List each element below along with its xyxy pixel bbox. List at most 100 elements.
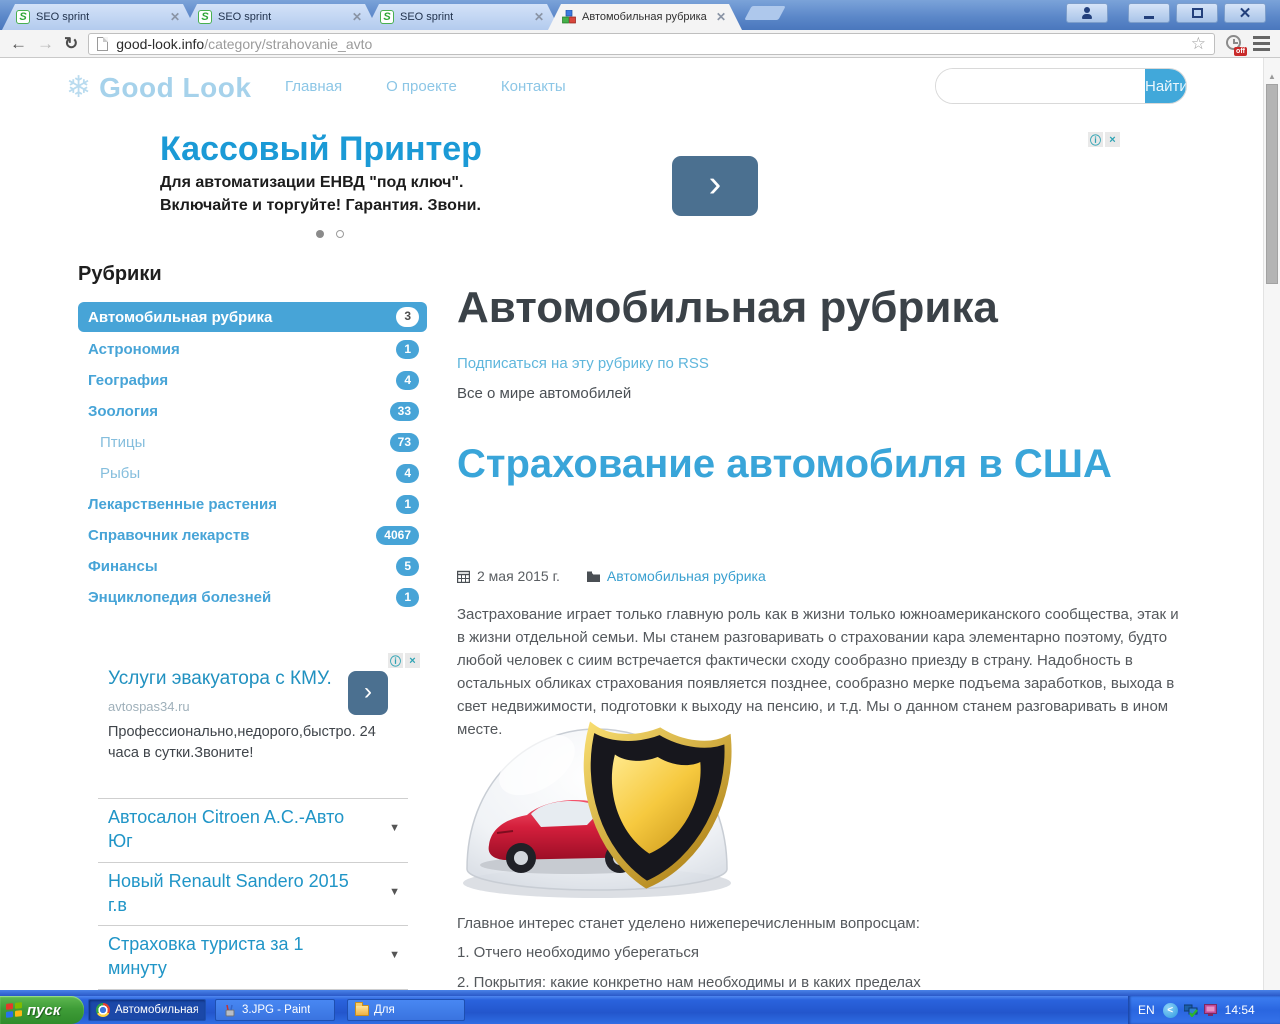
- list-item[interactable]: Новый Renault Sandero 2015 г.в ▼: [98, 861, 408, 926]
- scrollbar-thumb[interactable]: [1266, 84, 1278, 284]
- category-label: Справочник лекарств: [88, 527, 250, 544]
- sidebar-item-drugs[interactable]: Справочник лекарств 4067: [78, 520, 427, 551]
- category-label: Финансы: [88, 558, 158, 575]
- carousel-dots: [316, 230, 344, 238]
- category-description: Все о мире автомобилей: [457, 385, 632, 402]
- refresh-icon[interactable]: ↻: [64, 35, 78, 52]
- tab-seo-sprint-1[interactable]: S SEO sprint ✕: [2, 4, 196, 30]
- dropdown-arrow-icon[interactable]: ▼: [389, 949, 400, 961]
- url-text[interactable]: good-look.info/category/strahovanie_avto: [116, 36, 1183, 52]
- language-indicator[interactable]: EN: [1138, 1003, 1155, 1017]
- rss-subscribe-link[interactable]: Подписаться на эту рубрику по RSS: [457, 355, 709, 372]
- tab-seo-sprint-3[interactable]: S SEO sprint ✕: [366, 4, 560, 30]
- article-meta: 2 мая 2015 г. Автомобильная рубрика: [457, 568, 766, 584]
- new-tab-button[interactable]: [744, 6, 786, 20]
- list-item[interactable]: Автосалон Citroen A.C.-Авто Юг ▼: [98, 798, 408, 862]
- sidebar-item-geography[interactable]: География 4: [78, 365, 427, 396]
- tab-close-icon[interactable]: ✕: [170, 11, 180, 23]
- list-item[interactable]: Страховка туриста за 1 минуту ▼: [98, 925, 408, 989]
- search-button[interactable]: Найти: [1145, 69, 1186, 103]
- ad-title-link[interactable]: Кассовый Принтер: [160, 130, 1125, 169]
- address-bar[interactable]: good-look.info/category/strahovanie_avto…: [88, 32, 1215, 55]
- start-label: пуск: [27, 1001, 61, 1019]
- scroll-up-icon[interactable]: ▲: [1268, 72, 1276, 81]
- category-count-badge: 4: [396, 370, 419, 391]
- sidebar-item-avto[interactable]: Автомобильная рубрика 3: [78, 302, 427, 332]
- carousel-dot-active[interactable]: [316, 230, 324, 238]
- sidebar-item-birds[interactable]: Птицы 73: [78, 427, 427, 458]
- menu-icon[interactable]: [1253, 36, 1270, 51]
- back-icon[interactable]: ←: [10, 35, 27, 52]
- category-count-badge: 1: [396, 587, 419, 608]
- tab-active-article[interactable]: Автомобильная рубрика ✕: [548, 4, 742, 30]
- sidebar-item-finance[interactable]: Финансы 5: [78, 551, 427, 582]
- ad-next-button[interactable]: ›: [672, 156, 758, 216]
- tray-network-icon[interactable]: [1183, 1004, 1198, 1017]
- page-title: Автомобильная рубрика: [457, 283, 998, 332]
- category-count-badge: 1: [396, 339, 419, 360]
- taskbar-task-paint[interactable]: 3.JPG - Paint: [215, 999, 335, 1021]
- taskbar-task-folder[interactable]: Для: [347, 999, 465, 1021]
- ad-link[interactable]: Новый Renault Sandero 2015 г.в: [108, 869, 353, 918]
- ad-link[interactable]: Автосалон Citroen A.C.-Авто Юг: [108, 805, 353, 854]
- category-label: Автомобильная рубрика: [88, 308, 273, 326]
- top-ad-banner[interactable]: Кассовый Принтер Для автоматизации ЕНВД …: [160, 130, 1125, 250]
- sidebar-ad-links: Автосалон Citroen A.C.-Авто Юг ▼ Новый R…: [98, 798, 408, 990]
- start-button[interactable]: пуск: [0, 996, 84, 1024]
- tab-close-icon[interactable]: ✕: [534, 11, 544, 23]
- article-category-link[interactable]: Автомобильная рубрика: [607, 568, 766, 584]
- sidebar-item-zoology[interactable]: Зоология 33: [78, 396, 427, 427]
- tab-title: SEO sprint: [400, 11, 454, 23]
- desktop-screen: S SEO sprint ✕ S SEO sprint ✕ S SEO spri…: [0, 0, 1280, 1024]
- system-tray: EN < 14:54: [1128, 996, 1280, 1024]
- carousel-dot[interactable]: [336, 230, 344, 238]
- adchoices-close-icon[interactable]: ×: [1105, 132, 1120, 147]
- clock-time[interactable]: 14:54: [1225, 1003, 1255, 1017]
- close-window-button[interactable]: ✕: [1224, 3, 1266, 23]
- bookmark-star-icon[interactable]: ☆: [1191, 35, 1206, 52]
- category-label: Зоология: [88, 403, 159, 420]
- taskbar-task-browser[interactable]: Автомобильная руб...: [88, 999, 206, 1021]
- dropdown-arrow-icon[interactable]: ▼: [389, 886, 400, 898]
- sidebar-item-fish[interactable]: Рыбы 4: [78, 458, 427, 489]
- search-input[interactable]: [936, 69, 1145, 103]
- nav-contacts-link[interactable]: Контакты: [501, 78, 566, 95]
- category-count-badge: 1: [396, 494, 419, 515]
- nav-home-link[interactable]: Главная: [285, 78, 342, 95]
- adchoices-info-icon[interactable]: ⓘ: [388, 653, 403, 668]
- dropdown-arrow-icon[interactable]: ▼: [389, 822, 400, 834]
- sidebar-item-herbs[interactable]: Лекарственные растения 1: [78, 489, 427, 520]
- site-logo[interactable]: ❄ Good Look: [66, 70, 251, 105]
- sidebar-item-astronomy[interactable]: Астрономия 1: [78, 334, 427, 365]
- ad-link[interactable]: Страховка туриста за 1 минуту: [108, 932, 353, 981]
- logo-text: Good Look: [99, 71, 252, 103]
- profile-button[interactable]: [1066, 3, 1108, 23]
- sidebar-ad-title-link[interactable]: Услуги эвакуатора с КМУ.: [108, 667, 343, 691]
- tray-collapse-icon[interactable]: <: [1162, 1002, 1178, 1018]
- adchoices-close-icon[interactable]: ×: [405, 653, 420, 668]
- tab-close-icon[interactable]: ✕: [716, 11, 726, 23]
- tab-close-icon[interactable]: ✕: [352, 11, 362, 23]
- extension-clock-off-icon[interactable]: off: [1225, 34, 1247, 56]
- adchoices-info-icon[interactable]: ⓘ: [1088, 132, 1103, 147]
- nav-about-link[interactable]: О проекте: [386, 78, 457, 95]
- forward-icon[interactable]: →: [37, 35, 54, 52]
- ad-text-line: Для автоматизации ЕНВД "под ключ".: [160, 174, 464, 191]
- tab-title: SEO sprint: [36, 11, 90, 23]
- category-label: Астрономия: [88, 341, 180, 358]
- minimize-button[interactable]: [1128, 3, 1170, 23]
- tray-display-icon[interactable]: [1203, 1004, 1217, 1016]
- minimize-icon: [1144, 15, 1154, 19]
- sidebar-ad[interactable]: ⓘ × Услуги эвакуатора с КМУ. › avtospas3…: [108, 653, 420, 764]
- tab-seo-sprint-2[interactable]: S SEO sprint ✕: [184, 4, 378, 30]
- next-arrow-icon: ›: [708, 163, 722, 205]
- restore-icon: [1191, 8, 1203, 18]
- site-nav: Главная О проекте Контакты: [285, 78, 566, 95]
- sidebar-ad-next-button[interactable]: ›: [348, 671, 388, 715]
- ad-text-line: Включайте и торгуйте! Гарантия. Звони.: [160, 197, 481, 214]
- sidebar-item-diseases[interactable]: Энциклопедия болезней 1: [78, 582, 427, 613]
- article-title-link[interactable]: Страхование автомобиля в США: [457, 436, 1157, 492]
- restore-button[interactable]: [1176, 3, 1218, 23]
- sidebar-heading: Рубрики: [78, 263, 162, 285]
- page-scrollbar[interactable]: ▲: [1263, 58, 1280, 990]
